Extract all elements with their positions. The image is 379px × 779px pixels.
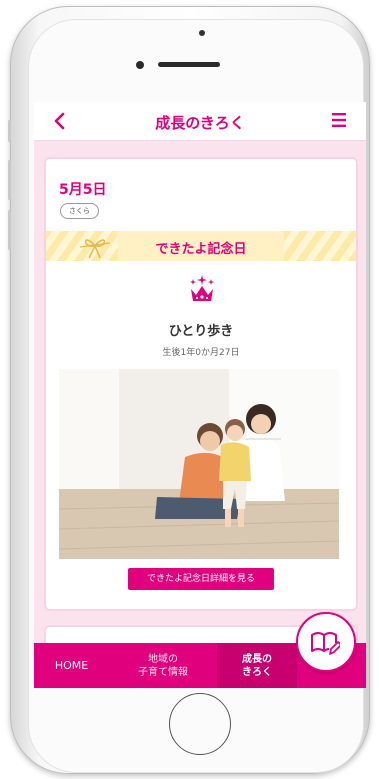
front-camera	[136, 61, 144, 69]
phone-volume-up	[8, 160, 11, 200]
banner-text: できたよ記念日	[155, 242, 247, 257]
nav-local-parenting-info[interactable]: 地域の 子育て情報	[109, 643, 217, 688]
phone-volume-down	[8, 210, 11, 250]
child-age: 生後1年0か月27日	[162, 348, 240, 358]
milestone-detail-button[interactable]: できたよ記念日詳細を見る	[128, 568, 274, 590]
milestone-title: ひとり歩き	[168, 324, 234, 339]
nav-growth-record[interactable]: 成長の きろく	[217, 643, 297, 688]
family-photo	[59, 369, 339, 559]
diary-fab-button[interactable]	[296, 612, 356, 672]
hamburger-menu-icon[interactable]	[331, 112, 347, 128]
phone-side-button	[8, 120, 11, 142]
milestone-banner: できたよ記念日	[46, 231, 356, 261]
app-screen: 成長のきろく 5月5日 さくら できたよ記念日 ひとり歩き 生後1年0か月27日…	[34, 102, 366, 688]
child-name-tag: さくら	[60, 203, 99, 219]
scroll-content[interactable]: 5月5日 さくら できたよ記念日 ひとり歩き 生後1年0か月27日 できたよ記念…	[34, 141, 366, 688]
book-pencil-icon	[311, 632, 340, 655]
nav-home[interactable]: HOME	[34, 643, 109, 688]
crown-icon	[190, 275, 214, 301]
front-sensor	[199, 30, 205, 36]
record-card: 5月5日 さくら できたよ記念日 ひとり歩き 生後1年0か月27日 できたよ記念…	[44, 157, 358, 611]
page-title: 成長のきろく	[155, 114, 245, 132]
top-bar: 成長のきろく	[34, 102, 366, 141]
earpiece-speaker	[158, 62, 220, 67]
record-date: 5月5日	[59, 182, 107, 198]
home-button[interactable]	[169, 693, 231, 755]
